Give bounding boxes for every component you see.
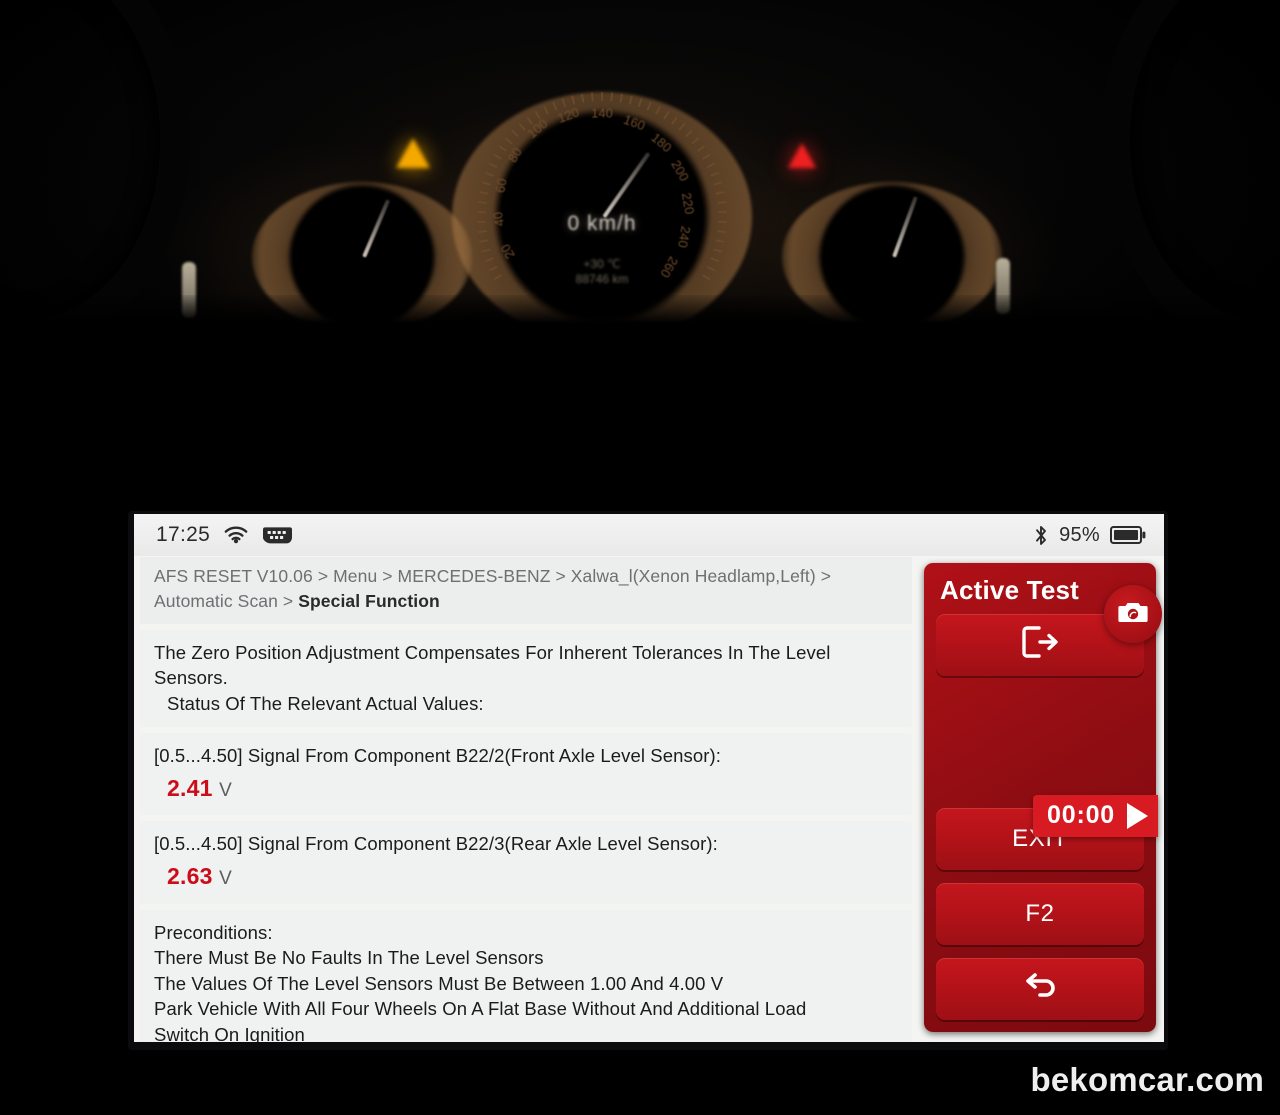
outside-temperature: +30 ℃ (583, 257, 621, 271)
breadcrumb-current: Special Function (298, 590, 440, 611)
active-test-panel: Active Test EXIT F2 00:00 (924, 563, 1162, 1032)
front-sensor-unit: V (219, 779, 232, 801)
obd-connector-icon (262, 525, 293, 546)
main-content-column: AFS RESET V10.06 > Menu > MERCEDES-BENZ … (134, 556, 918, 1042)
back-button[interactable] (936, 958, 1144, 1020)
front-sensor-reading: 2.41 V (154, 773, 898, 805)
gauge-hub (300, 215, 424, 299)
cluster-info-display: +30 ℃ 88746 km (452, 257, 752, 287)
back-arrow-icon (1017, 969, 1063, 1010)
preconditions-line-2: The Values Of The Level Sensors Must Be … (154, 972, 724, 994)
diagnostic-tablet: 17:25 95% AFS RESET V10.06 > Menu > MERC… (128, 511, 1168, 1050)
rear-sensor-unit: V (219, 868, 232, 889)
timer-value: 00:00 (1047, 801, 1115, 829)
gauge-hub (830, 215, 954, 299)
card-description: The Zero Position Adjustment Compensates… (140, 629, 912, 728)
instrument-cluster: 20 40 60 80 100 120 140 160 180 200 220 240 260 0 km… (0, 0, 1280, 335)
wifi-icon (224, 526, 248, 545)
rear-sensor-reading: 2.63 V (154, 861, 898, 893)
yellow-warning-triangle-icon (396, 138, 430, 168)
bluetooth-icon (1033, 524, 1049, 547)
screenshot-root: 20 40 60 80 100 120 140 160 180 200 220 240 260 0 km… (0, 0, 1280, 1115)
battery-full-icon (1110, 525, 1146, 545)
screenshot-camera-button[interactable] (1104, 585, 1162, 643)
card-rear-axle-sensor[interactable]: [0.5...4.50] Signal From Component B22/3… (140, 821, 912, 904)
description-line-1: The Zero Position Adjustment Compensates… (154, 641, 831, 689)
preconditions-title: Preconditions: (154, 921, 273, 943)
preconditions-line-3: Park Vehicle With All Four Wheels On A F… (154, 998, 807, 1020)
steering-wheel-rim-left (0, 0, 190, 335)
logout-icon (1019, 624, 1061, 667)
description-line-2: Status Of The Relevant Actual Values: (167, 692, 484, 714)
test-timer-chip[interactable]: 00:00 (1033, 795, 1158, 837)
breadcrumb-trail: AFS RESET V10.06 > Menu > MERCEDES-BENZ … (154, 566, 832, 611)
tablet-screen: 17:25 95% AFS RESET V10.06 > Menu > MERC… (134, 514, 1164, 1042)
dashboard-shadow (0, 295, 1280, 335)
status-bar-clock: 17:25 (156, 523, 211, 546)
panel-spacer (936, 676, 1144, 808)
f2-button-label: F2 (1025, 900, 1055, 927)
play-icon[interactable] (1127, 802, 1148, 829)
front-sensor-label: [0.5...4.50] Signal From Component B22/2… (154, 745, 722, 767)
odometer: 88746 km (575, 272, 629, 286)
rear-sensor-label: [0.5...4.50] Signal From Component B22/3… (154, 833, 718, 855)
status-bar: 17:25 95% (134, 514, 1164, 556)
camera-icon (1118, 600, 1148, 629)
red-warning-triangle-icon (788, 143, 816, 168)
rear-sensor-value: 2.63 (167, 863, 213, 889)
steering-wheel-rim-right (1100, 0, 1280, 335)
front-sensor-value: 2.41 (167, 774, 213, 801)
breadcrumb[interactable]: AFS RESET V10.06 > Menu > MERCEDES-BENZ … (140, 557, 912, 624)
card-front-axle-sensor[interactable]: [0.5...4.50] Signal From Component B22/2… (140, 733, 912, 816)
battery-percent-label: 95% (1059, 523, 1100, 546)
watermark: bekomcar.com (1030, 1061, 1264, 1098)
f2-button[interactable]: F2 (936, 883, 1144, 945)
preconditions-line-1: There Must Be No Faults In The Level Sen… (154, 947, 544, 969)
preconditions-line-4: Switch On Ignition (154, 1023, 305, 1042)
card-preconditions: Preconditions: There Must Be No Faults I… (140, 909, 912, 1042)
content-area: AFS RESET V10.06 > Menu > MERCEDES-BENZ … (134, 556, 1164, 1042)
